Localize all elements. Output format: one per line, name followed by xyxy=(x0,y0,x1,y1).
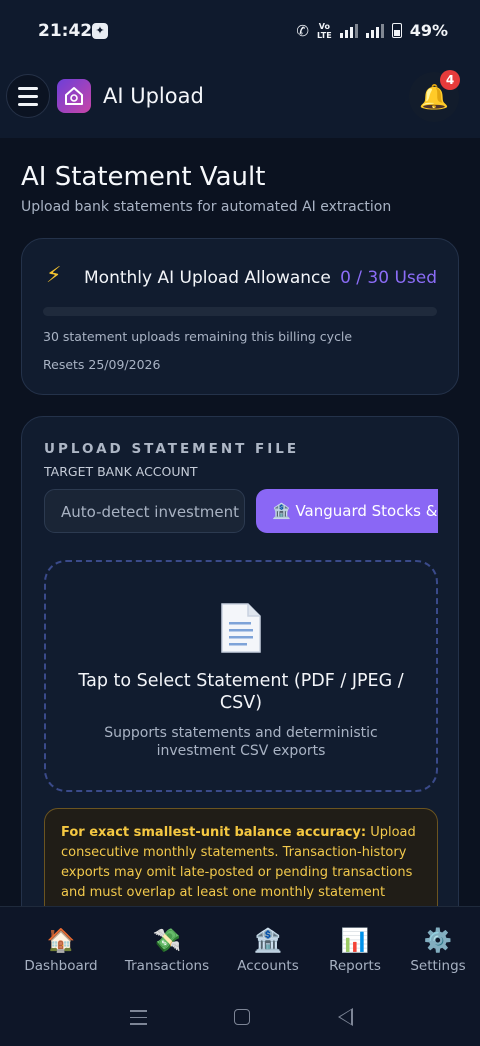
bank-icon: 🏦 xyxy=(253,928,283,954)
notification-badge: 4 xyxy=(440,70,460,90)
nav-label: Dashboard xyxy=(24,958,98,974)
allowance-card: ⚡ Monthly AI Upload Allowance 0 / 30 Use… xyxy=(21,238,459,395)
bar-chart-icon: 📊 xyxy=(340,928,370,954)
nav-label: Accounts xyxy=(237,958,299,974)
nav-reports[interactable]: 📊 Reports xyxy=(326,927,384,974)
nav-accounts[interactable]: 🏦 Accounts xyxy=(234,927,302,974)
status-bar: 21:42 ✦ ✆ Vo LTE 49% xyxy=(0,0,480,62)
upload-heading: UPLOAD STATEMENT FILE xyxy=(44,441,300,457)
allowance-title: Monthly AI Upload Allowance xyxy=(84,268,331,288)
status-time: 21:42 xyxy=(38,21,93,41)
allowance-progress-bar xyxy=(43,307,437,316)
bottom-nav: 🏠 Dashboard 💸 Transactions 🏦 Accounts 📊 … xyxy=(0,906,480,992)
nav-label: Transactions xyxy=(124,958,210,974)
signal-icon xyxy=(339,23,358,38)
recents-button[interactable] xyxy=(130,1010,147,1025)
lightning-icon: ⚡ xyxy=(46,263,62,288)
hamburger-icon xyxy=(18,86,38,90)
home-logo-icon xyxy=(65,87,83,105)
battery-icon xyxy=(391,23,402,38)
nav-dashboard[interactable]: 🏠 Dashboard xyxy=(22,927,100,974)
allowance-remaining: 30 statement uploads remaining this bill… xyxy=(43,329,353,344)
app-logo xyxy=(57,79,91,113)
system-nav-bar xyxy=(0,992,480,1046)
volte-icon: Vo LTE xyxy=(317,22,332,40)
volte-line1: Vo xyxy=(318,21,330,31)
allowance-reset-date: Resets 25/09/2026 xyxy=(43,357,161,372)
dropzone-subtitle: Supports statements and deterministic in… xyxy=(104,725,378,759)
nav-label: Reports xyxy=(329,958,381,974)
page-title: AI Statement Vault xyxy=(21,162,266,192)
battery-percent: 49% xyxy=(409,21,448,40)
back-button[interactable] xyxy=(338,1008,353,1026)
app-title: AI Upload xyxy=(103,84,204,108)
home-button[interactable] xyxy=(234,1009,250,1025)
dropzone-title: Tap to Select Statement (PDF / JPEG / CS… xyxy=(78,671,404,713)
warning-bold-text: For exact smallest-unit balance accuracy… xyxy=(61,825,367,840)
file-dropzone[interactable]: Tap to Select Statement (PDF / JPEG / CS… xyxy=(44,560,438,792)
account-chip-auto-detect[interactable]: Auto-detect investment xyxy=(44,489,245,533)
app-header: AI Upload 🔔 4 xyxy=(0,62,480,138)
volte-line2: LTE xyxy=(317,30,332,40)
signal-2-icon xyxy=(365,23,384,38)
notification-app-icon: ✦ xyxy=(92,23,108,39)
nav-settings[interactable]: ⚙️ Settings xyxy=(408,927,468,974)
page-subtitle: Upload bank statements for automated AI … xyxy=(21,199,392,215)
hamburger-line xyxy=(18,94,38,98)
nav-transactions[interactable]: 💸 Transactions xyxy=(122,927,212,974)
account-chip-vanguard[interactable]: 🏦 Vanguard Stocks & xyxy=(256,489,438,533)
status-icons: ✆ Vo LTE 49% xyxy=(296,21,448,40)
target-account-label: TARGET BANK ACCOUNT xyxy=(44,464,198,479)
wifi-calling-icon: ✆ xyxy=(296,21,309,40)
menu-button[interactable] xyxy=(6,74,50,118)
house-icon: 🏠 xyxy=(46,928,76,954)
money-icon: 💸 xyxy=(152,928,182,954)
hamburger-line xyxy=(18,102,38,106)
nav-label: Settings xyxy=(410,958,466,974)
document-icon xyxy=(221,603,261,653)
account-selector: Auto-detect investment 🏦 Vanguard Stocks… xyxy=(44,489,438,533)
upload-card: UPLOAD STATEMENT FILE TARGET BANK ACCOUN… xyxy=(21,416,459,936)
allowance-used: 0 / 30 Used xyxy=(340,268,437,288)
gear-icon: ⚙️ xyxy=(423,928,453,954)
